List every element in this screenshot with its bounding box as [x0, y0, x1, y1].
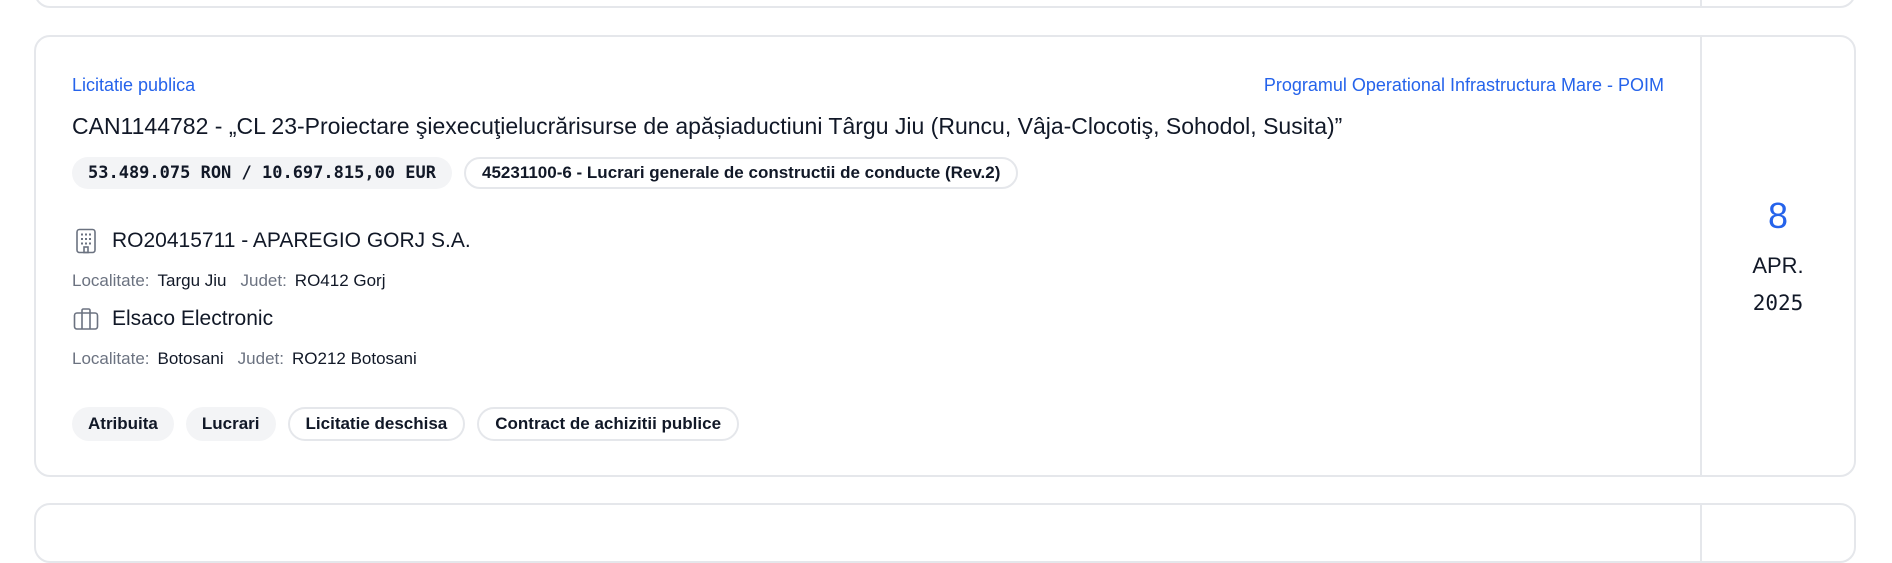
authority-name[interactable]: RO20415711 - APAREGIO GORJ S.A.: [112, 229, 471, 253]
briefcase-icon: [72, 305, 100, 333]
date-day: 8: [1767, 195, 1789, 236]
locality-label: Localitate:: [72, 349, 150, 368]
next-tender-card[interactable]: [34, 503, 1856, 563]
procedure-type-link[interactable]: Licitatie publica: [72, 75, 195, 96]
locality-value: Targu Jiu: [157, 271, 227, 290]
locality-value: Botosani: [157, 349, 224, 368]
program-link[interactable]: Programul Operational Infrastructura Mar…: [1264, 75, 1664, 96]
date-year: 2025: [1752, 291, 1804, 315]
supplier-location: Localitate: Botosani Judet: RO212 Botosa…: [72, 349, 423, 369]
county-value: RO212 Botosani: [291, 349, 417, 368]
date-month: APR.: [1752, 253, 1804, 278]
card-divider: [1700, 505, 1702, 561]
cpv-badge[interactable]: 45231100-6 - Lucrari generale de constru…: [464, 157, 1019, 189]
date-panel: 8 APR. 2025: [1700, 37, 1854, 475]
previous-tender-card[interactable]: [34, 0, 1856, 8]
tender-card[interactable]: Licitatie publica Programul Operational …: [34, 35, 1856, 477]
county-value: RO412 Gorj: [294, 271, 386, 290]
card-divider: [1700, 0, 1702, 6]
value-cpv-row: 53.489.075 RON / 10.697.815,00 EUR 45231…: [72, 157, 1019, 189]
tag-list: Atribuita Lucrari Licitatie deschisa Con…: [72, 407, 740, 441]
tender-details: Licitatie publica Programul Operational …: [36, 37, 1700, 475]
building-icon: [72, 227, 100, 255]
authority-location: Localitate: Targu Jiu Judet: RO412 Gorj: [72, 271, 392, 291]
contracting-authority: RO20415711 - APAREGIO GORJ S.A.: [72, 227, 471, 255]
tag-contract-type[interactable]: Contract de achizitii publice: [477, 407, 740, 441]
locality-label: Localitate:: [72, 271, 150, 290]
county-label: Judet:: [240, 271, 287, 290]
tag-status[interactable]: Atribuita: [72, 407, 174, 441]
supplier-name[interactable]: Elsaco Electronic: [112, 307, 273, 331]
tender-title[interactable]: CAN1144782 - „CL 23-Proiectare şiexecuţi…: [72, 113, 1342, 140]
tag-procedure[interactable]: Licitatie deschisa: [287, 407, 466, 441]
value-badge: 53.489.075 RON / 10.697.815,00 EUR: [72, 157, 452, 189]
tag-type[interactable]: Lucrari: [185, 407, 276, 441]
supplier: Elsaco Electronic: [72, 305, 273, 333]
county-label: Judet:: [237, 349, 284, 368]
